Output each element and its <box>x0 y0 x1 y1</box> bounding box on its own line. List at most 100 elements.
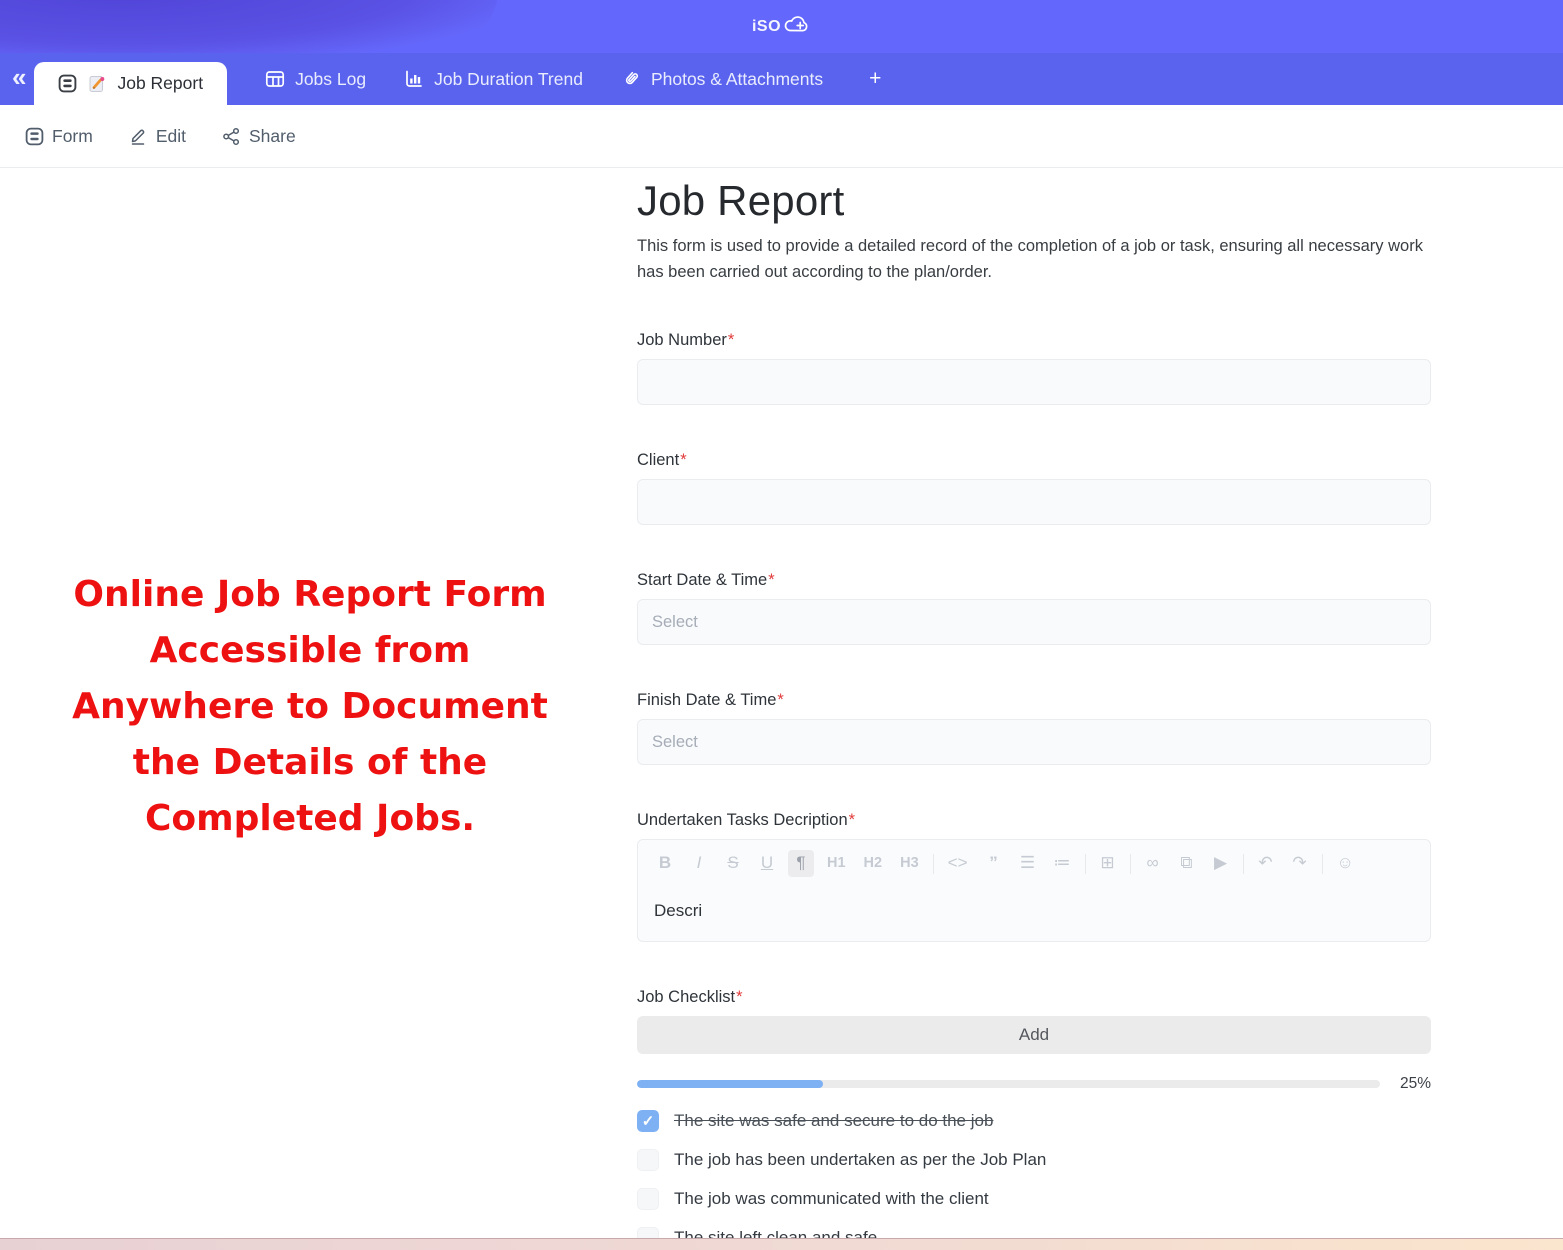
table-icon <box>265 69 285 89</box>
form-button[interactable]: Form <box>25 126 93 147</box>
tab-label: Jobs Log <box>295 69 366 90</box>
share-button-label: Share <box>249 126 296 147</box>
checklist-progress: 25% <box>637 1075 1431 1093</box>
checklist-item: The job was communicated with the client <box>637 1188 1431 1210</box>
tasks-description-label: Undertaken Tasks Decription* <box>637 811 1431 830</box>
toolbar-divider <box>1322 854 1323 874</box>
code-button[interactable]: <> <box>943 850 973 876</box>
tab-job-report[interactable]: Job Report <box>34 62 227 105</box>
required-marker: * <box>768 571 774 589</box>
toolbar-divider <box>1130 854 1131 874</box>
video-button[interactable]: ▶ <box>1208 850 1234 876</box>
tab-bar: « Job Report <box>0 53 1563 105</box>
collapse-sidebar-button[interactable]: « <box>12 64 26 90</box>
cloud-plus-icon <box>783 14 811 39</box>
edit-button[interactable]: Edit <box>129 126 186 147</box>
job-number-label: Job Number* <box>637 331 1431 350</box>
image-button[interactable]: ⧉ <box>1174 850 1200 876</box>
client-label: Client* <box>637 451 1431 470</box>
italic-button[interactable]: I <box>686 850 712 876</box>
toolbar-divider <box>1085 854 1086 874</box>
checkbox-unchecked[interactable] <box>637 1227 659 1238</box>
toolbar-divider <box>933 854 934 874</box>
edit-pencil-icon <box>129 127 148 146</box>
required-marker: * <box>849 811 855 829</box>
toolbar-divider <box>1243 854 1244 874</box>
bullet-list-button[interactable]: ☰ <box>1015 850 1041 876</box>
app-header: iSO <box>0 0 1563 53</box>
required-marker: * <box>728 331 734 349</box>
table-button[interactable]: ⊞ <box>1095 850 1121 876</box>
link-button[interactable]: ∞ <box>1140 850 1166 876</box>
paragraph-button[interactable]: ¶ <box>788 850 814 876</box>
checkbox-unchecked[interactable] <box>637 1149 659 1171</box>
doc-pencil-icon <box>87 74 107 94</box>
app-window: iSO « <box>0 0 1563 1250</box>
app-logo: iSO <box>0 0 1563 53</box>
checklist-item: The job has been undertaken as per the J… <box>637 1149 1431 1171</box>
client-input[interactable] <box>637 479 1431 525</box>
annotation-line: Accessible from <box>55 623 565 679</box>
blockquote-button[interactable]: ” <box>981 850 1007 876</box>
annotation-line: Completed Jobs. <box>55 791 565 847</box>
annotation-line: the Details of the <box>55 735 565 791</box>
paperclip-icon <box>621 69 641 89</box>
bold-button[interactable]: B <box>652 850 678 876</box>
required-marker: * <box>777 691 783 709</box>
required-marker: * <box>680 451 686 469</box>
form-title: Job Report <box>637 177 1431 225</box>
start-datetime-select[interactable]: Select <box>637 599 1431 645</box>
logo-text: iSO <box>752 18 781 36</box>
form-canvas: Online Job Report Form Accessible from A… <box>0 169 1563 1238</box>
checklist-item-label: The job was communicated with the client <box>674 1189 989 1209</box>
tab-label: Photos & Attachments <box>651 69 823 90</box>
heading2-button[interactable]: H2 <box>859 852 888 875</box>
checklist-item-label: The site left clean and safe <box>674 1228 877 1238</box>
share-icon <box>222 127 241 146</box>
redo-button[interactable]: ↷ <box>1287 850 1313 876</box>
checkbox-checked[interactable] <box>637 1110 659 1132</box>
checklist-item-label: The site was safe and secure to do the j… <box>674 1111 993 1131</box>
form-view-icon <box>58 74 77 93</box>
heading3-button[interactable]: H3 <box>895 852 924 875</box>
checklist-item-label: The job has been undertaken as per the J… <box>674 1150 1046 1170</box>
share-button[interactable]: Share <box>222 126 296 147</box>
tab-jobs-log[interactable]: Jobs Log <box>265 69 366 90</box>
required-marker: * <box>736 988 742 1006</box>
form-button-label: Form <box>52 126 93 147</box>
progress-fill <box>637 1080 823 1088</box>
add-tab-button[interactable]: + <box>869 67 881 91</box>
checkbox-unchecked[interactable] <box>637 1188 659 1210</box>
tab-job-duration-trend[interactable]: Job Duration Trend <box>404 69 583 90</box>
job-checklist-label: Job Checklist* <box>637 988 1431 1007</box>
bar-chart-icon <box>404 69 424 89</box>
checklist-item: The site left clean and safe <box>637 1227 1431 1238</box>
numbered-list-button[interactable]: ≔ <box>1049 850 1076 876</box>
finish-datetime-select[interactable]: Select <box>637 719 1431 765</box>
form-description: This form is used to provide a detailed … <box>637 233 1431 285</box>
strikethrough-button[interactable]: S <box>720 850 746 876</box>
job-report-form: Job Report This form is used to provide … <box>637 169 1431 1238</box>
view-toolbar: Form Edit Share <box>0 105 1563 168</box>
form-icon <box>25 127 44 146</box>
undo-button[interactable]: ↶ <box>1253 850 1279 876</box>
job-number-input[interactable] <box>637 359 1431 405</box>
tab-photos-attachments[interactable]: Photos & Attachments <box>621 69 823 90</box>
tasks-description-editor[interactable]: Descri <box>638 887 1430 941</box>
edit-button-label: Edit <box>156 126 186 147</box>
start-datetime-label: Start Date & Time* <box>637 571 1431 590</box>
emoji-button[interactable]: ☺ <box>1332 850 1359 876</box>
progress-track <box>637 1080 1380 1088</box>
finish-datetime-label: Finish Date & Time* <box>637 691 1431 710</box>
add-checklist-item-button[interactable]: Add <box>637 1016 1431 1054</box>
annotation-text: Online Job Report Form Accessible from A… <box>55 567 565 847</box>
taskbar-edge <box>0 1238 1563 1250</box>
tab-label: Job Report <box>117 73 203 94</box>
tab-label: Job Duration Trend <box>434 69 583 90</box>
checklist-item: The site was safe and secure to do the j… <box>637 1110 1431 1132</box>
heading1-button[interactable]: H1 <box>822 852 851 875</box>
annotation-line: Anywhere to Document <box>55 679 565 735</box>
rich-text-editor: B I S U ¶ H1 H2 H3 <> ” ☰ ≔ ⊞ ∞ <box>637 839 1431 942</box>
underline-button[interactable]: U <box>754 850 780 876</box>
progress-percent-label: 25% <box>1395 1075 1431 1093</box>
